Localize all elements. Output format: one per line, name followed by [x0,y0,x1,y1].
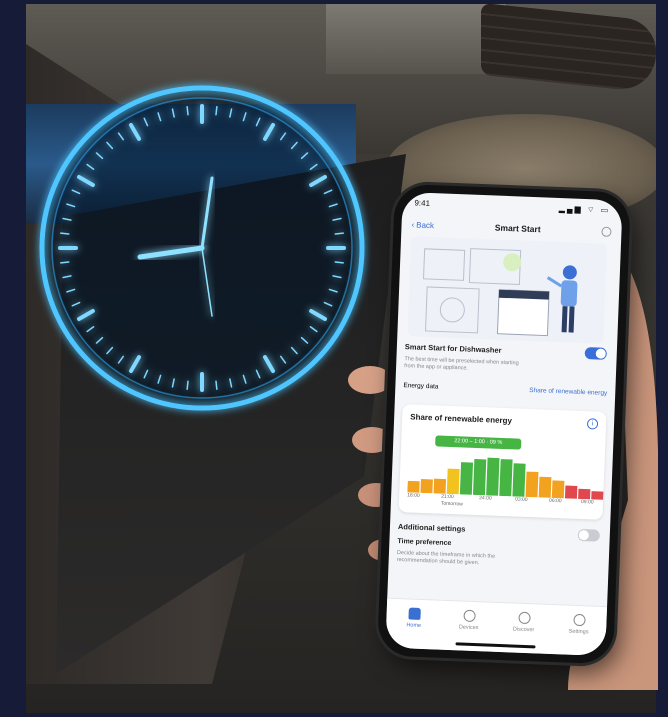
clock-minute-tick [334,232,344,235]
smart-start-description: The best time will be preselected when s… [404,356,608,378]
status-indicators: ▂▄▆ ⌔ ▭ [558,203,611,215]
renewable-energy-card: Share of renewable energy i 22:00 – 1:00… [398,404,607,520]
energy-bar [564,485,578,499]
tab-home[interactable]: Home [393,607,435,650]
energy-bar [407,480,420,493]
help-icon[interactable] [601,226,612,237]
tick-label: 18:00 [407,492,420,499]
energy-bar [486,457,500,496]
energy-bar [433,478,447,494]
tick-label: 09:00 [580,499,594,506]
clock-minute-tick [215,380,218,390]
tab-label: Devices [458,624,479,632]
additional-settings-title: Additional settings [397,522,466,534]
tab-label: Home [406,622,422,629]
bottom-tab-bar: Home Devices Discover Settings [385,597,608,657]
time-preference-description: Decide about the timeframe in which the … [397,550,601,572]
settings-icon [572,613,586,627]
renewable-energy-chart [407,457,604,500]
energy-bar [446,468,460,495]
clock-minute-tick [186,106,189,116]
tick-sublabel: Tomorrow [440,500,463,508]
energy-data-label: Energy data [403,382,439,391]
energy-bar [512,463,526,497]
discover-icon [517,611,531,625]
smart-start-toggle[interactable] [584,347,607,360]
smart-start-illustration [407,236,607,344]
energy-bar [525,471,539,498]
info-icon[interactable]: i [586,418,599,430]
energy-bar [551,480,565,499]
toggle-knob [578,529,589,541]
tab-label: Settings [568,628,589,636]
tab-settings[interactable]: Settings [558,613,600,656]
energy-bar [538,476,552,498]
energy-bar [499,459,513,497]
tick-label: 03:00 [514,496,528,503]
energy-bar [578,488,591,500]
clock-minute-tick [60,232,70,235]
background-window [326,4,506,74]
chevron-left-icon: ‹ [411,219,415,229]
back-button[interactable]: ‹ Back [411,220,434,230]
app-screen: 9:41 ▂▄▆ ⌔ ▭ ‹ Back Smart Start Smart St… [385,191,623,657]
additional-settings-toggle[interactable] [577,528,601,542]
card-title: Share of renewable energy [410,412,513,426]
home-icon [407,607,421,620]
devices-icon [462,609,476,623]
renewable-energy-link[interactable]: Share of renewable energy [529,387,607,397]
page-title: Smart Start [494,222,541,235]
smartphone: 9:41 ▂▄▆ ⌔ ▭ ‹ Back Smart Start Smart St… [377,183,631,665]
clock-minute-tick [60,261,70,264]
tick-label: 24:00 [479,495,492,502]
tick-label: 06:00 [548,497,562,505]
back-label: Back [416,219,435,230]
ad-frame: 9:41 ▂▄▆ ⌔ ▭ ‹ Back Smart Start Smart St… [0,0,668,717]
energy-bar [472,459,487,496]
tick-label: 21:00 [441,493,454,501]
clock-minute-tick [186,380,189,390]
toggle-knob [595,348,606,359]
status-time: 9:41 [414,198,431,208]
energy-bar [420,479,433,494]
tab-label: Discover [512,626,535,634]
energy-bar [459,462,474,495]
energy-data-row: Energy data Share of renewable energy [403,382,607,397]
clock-minute-tick [215,106,218,116]
